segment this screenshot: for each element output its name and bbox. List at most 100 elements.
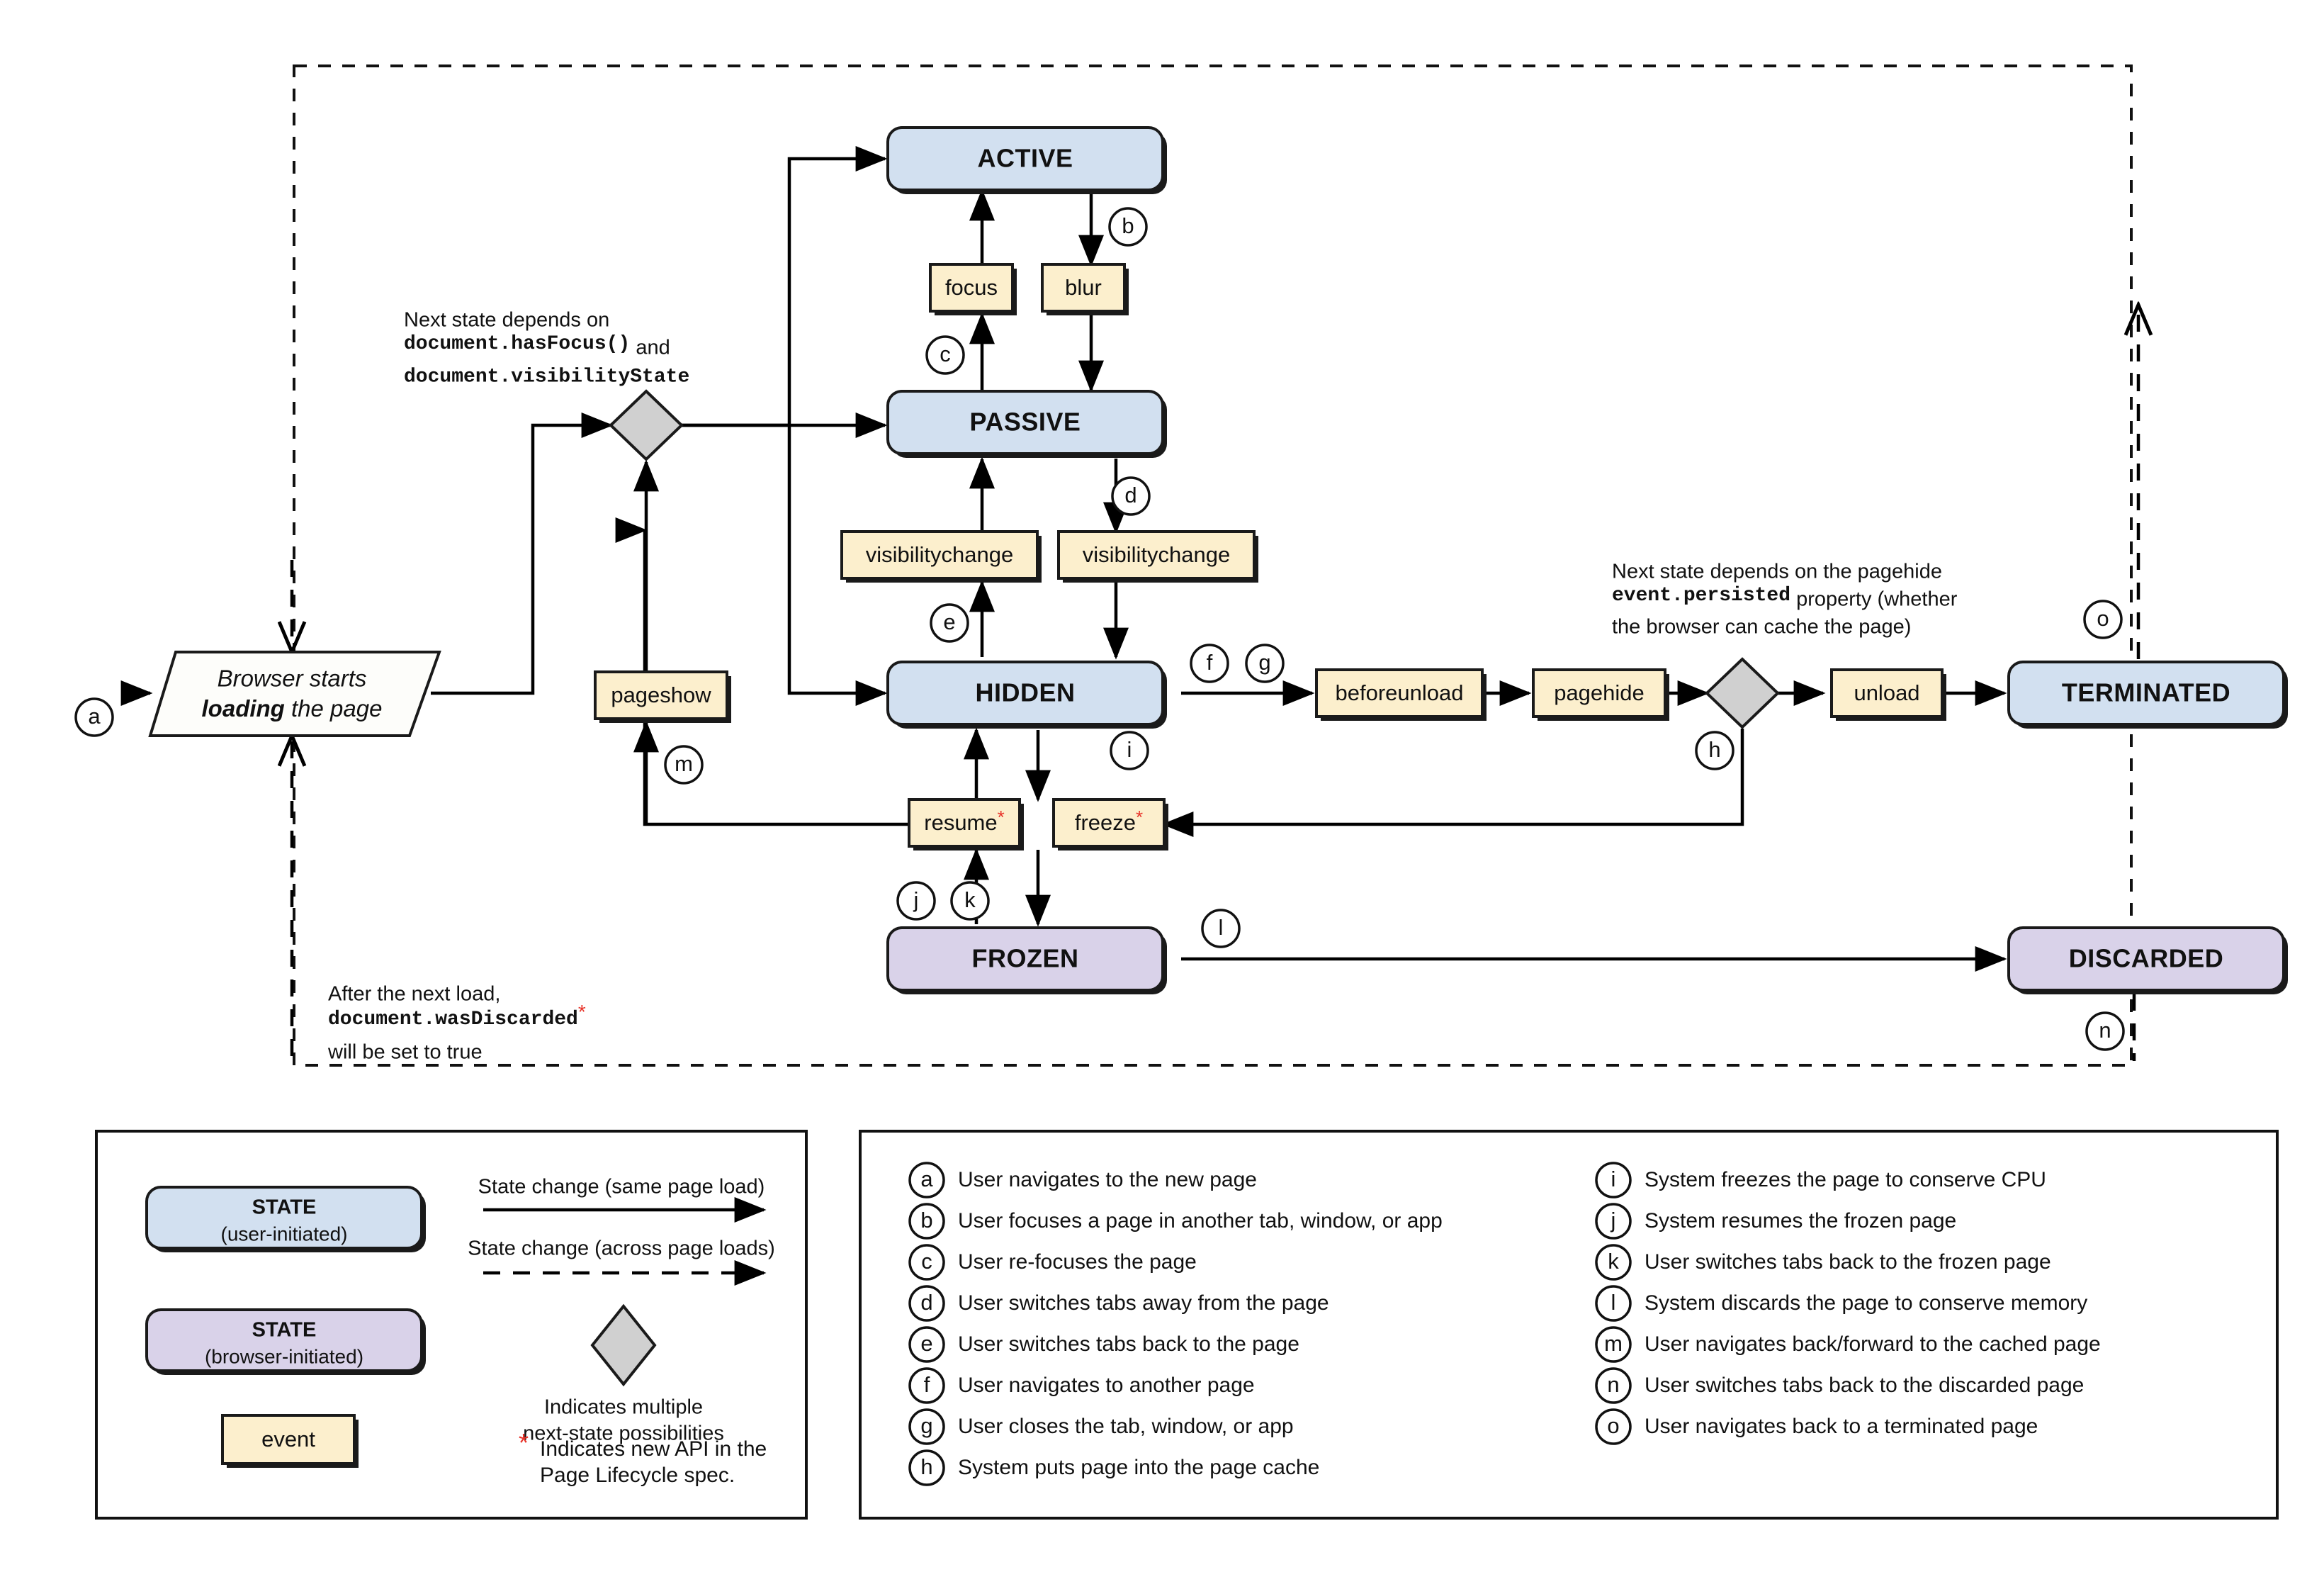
legend-diamond-line1: Indicates multiple	[544, 1396, 703, 1419]
svg-text:h: h	[1708, 737, 1720, 762]
event-visibilitychange-out: visibilitychange	[1057, 530, 1258, 583]
event-unload: unload	[1830, 668, 1946, 721]
edge-start-to-diamond	[431, 412, 614, 695]
event-resume-label: resume	[924, 810, 997, 835]
marker-b: b	[1108, 207, 1148, 247]
svg-text:c: c	[940, 342, 951, 366]
svg-text:User switches tabs back to the: User switches tabs back to the page	[958, 1332, 1299, 1356]
svg-text:User switches tabs away from t: User switches tabs away from the page	[958, 1291, 1329, 1315]
start-node-loading-rest: the page	[285, 695, 383, 722]
legend-event-label: event	[261, 1427, 315, 1452]
event-visibilitychange-out-label: visibilitychange	[1083, 542, 1231, 567]
svg-text:g: g	[920, 1413, 932, 1438]
start-node-line2: loading the page	[202, 695, 383, 722]
svg-text:f: f	[1207, 650, 1213, 675]
legend-arrow-solid-label: State change (same page load)	[478, 1176, 765, 1198]
event-blur: blur	[1041, 263, 1129, 315]
state-frozen: FROZEN	[886, 926, 1167, 994]
svg-text:i: i	[1611, 1167, 1616, 1191]
note-focus-visibility-line2: document.hasFocus() and	[404, 333, 670, 359]
edge-diamond2-to-freeze	[1161, 729, 1744, 837]
event-pagehide-label: pagehide	[1554, 680, 1645, 705]
legend-swatch-state-browser: STATE (browser-initiated)	[145, 1308, 426, 1375]
marker-a: a	[74, 697, 114, 737]
note-persisted-mono: event.persisted	[1612, 585, 1790, 607]
legend-arrow-dashed-label: State change (across page loads)	[468, 1237, 775, 1260]
marker-k: k	[950, 881, 990, 921]
state-discarded: DISCARDED	[2007, 926, 2288, 994]
svg-text:System resumes the frozen page: System resumes the frozen page	[1645, 1209, 1956, 1233]
svg-text:e: e	[920, 1331, 932, 1356]
legend-asterisk: * Indicates new API in the Page Lifecycl…	[519, 1428, 767, 1487]
marker-f: f	[1190, 644, 1229, 683]
note-persisted-rest: property (whether	[1790, 588, 1958, 611]
state-frozen-label: FROZEN	[972, 944, 1079, 973]
legend-key-box: STATE (user-initiated) STATE (browser-in…	[95, 1130, 808, 1520]
event-freeze-label: freeze	[1075, 810, 1136, 835]
legend-asterisk-star: *	[519, 1428, 529, 1457]
start-node-loading-bold: loading	[202, 695, 285, 722]
legend-asterisk-line2: Page Lifecycle spec.	[540, 1464, 735, 1487]
marker-e: e	[930, 603, 969, 643]
state-terminated: TERMINATED	[2007, 661, 2288, 729]
svg-text:m: m	[675, 751, 693, 776]
svg-text:User switches tabs back to the: User switches tabs back to the frozen pa…	[1645, 1250, 2051, 1274]
svg-text:User focuses a page in another: User focuses a page in another tab, wind…	[958, 1209, 1443, 1233]
marker-l: l	[1201, 909, 1241, 948]
svg-text:User navigates back/forward to: User navigates back/forward to the cache…	[1645, 1332, 2101, 1356]
event-resume: resume*	[908, 798, 1024, 850]
legend-state-user-subtitle: (user-initiated)	[221, 1223, 348, 1245]
decision-diamond-persisted	[1705, 657, 1780, 729]
note-visibilitystate-mono: document.visibilityState	[404, 366, 689, 388]
state-active-label: ACTIVE	[977, 144, 1073, 173]
page-lifecycle-diagram-root: Browser starts loading the page ACTIVE P…	[0, 0, 2324, 1572]
svg-text:m: m	[1604, 1331, 1623, 1356]
note-persisted: Next state depends on the pagehide event…	[1612, 561, 1958, 639]
legend-swatch-state-user: STATE (user-initiated)	[145, 1186, 426, 1252]
svg-text:d: d	[920, 1290, 932, 1315]
svg-text:System freezes the page to con: System freezes the page to conserve CPU	[1645, 1168, 2046, 1191]
svg-text:c: c	[921, 1249, 932, 1274]
svg-text:User switches tabs back to the: User switches tabs back to the discarded…	[1645, 1374, 2084, 1397]
legend-list-box: a User navigates to the new page b User fo…	[859, 1130, 2279, 1520]
start-node-line1: Browser starts	[218, 666, 367, 692]
svg-text:g: g	[1258, 650, 1270, 675]
note-focus-visibility: Next state depends on document.hasFocus(…	[404, 309, 689, 388]
svg-text:a: a	[88, 704, 101, 729]
svg-text:k: k	[964, 887, 976, 912]
event-pageshow: pageshow	[594, 670, 731, 723]
svg-text:l: l	[1219, 915, 1224, 940]
svg-text:j: j	[913, 887, 919, 912]
state-hidden: HIDDEN	[886, 661, 1167, 729]
edge-diamond-to-active	[682, 146, 888, 427]
event-focus-label: focus	[945, 275, 998, 300]
event-resume-star: *	[998, 807, 1005, 828]
note-wasdiscarded-star: *	[578, 1001, 586, 1023]
marker-i: i	[1110, 731, 1149, 770]
marker-o: o	[2083, 600, 2123, 639]
marker-m: m	[664, 745, 704, 785]
svg-text:o: o	[1607, 1413, 1619, 1438]
start-node-loading: Browser starts loading the page	[148, 651, 441, 737]
note-focus-visibility-line1: Next state depends on	[404, 309, 609, 332]
event-beforeunload-label: beforeunload	[1336, 680, 1464, 705]
svg-text:o: o	[2097, 606, 2109, 631]
svg-text:System discards the page to co: System discards the page to conserve mem…	[1645, 1291, 2087, 1315]
event-blur-label: blur	[1065, 275, 1102, 300]
marker-j: j	[896, 881, 936, 921]
state-passive: PASSIVE	[886, 390, 1167, 458]
svg-text:n: n	[1607, 1372, 1619, 1397]
event-freeze-label-group: freeze*	[1075, 807, 1143, 835]
state-passive-label: PASSIVE	[970, 408, 1081, 437]
note-wasdiscarded-line3: will be set to true	[327, 1041, 483, 1064]
svg-text:h: h	[920, 1454, 932, 1479]
state-hidden-label: HIDDEN	[975, 678, 1075, 707]
legend-state-browser-subtitle: (browser-initiated)	[205, 1345, 363, 1367]
page-lifecycle-diagram: Browser starts loading the page ACTIVE P…	[74, 64, 2288, 1520]
state-terminated-label: TERMINATED	[2062, 678, 2230, 707]
svg-text:System puts page into the page: System puts page into the page cache	[958, 1456, 1319, 1479]
svg-text:User navigates back to a termi: User navigates back to a terminated page	[1645, 1415, 2038, 1438]
marker-d: d	[1111, 476, 1151, 516]
event-visibilitychange-in-label: visibilitychange	[866, 542, 1014, 567]
event-pageshow-label: pageshow	[611, 683, 711, 707]
